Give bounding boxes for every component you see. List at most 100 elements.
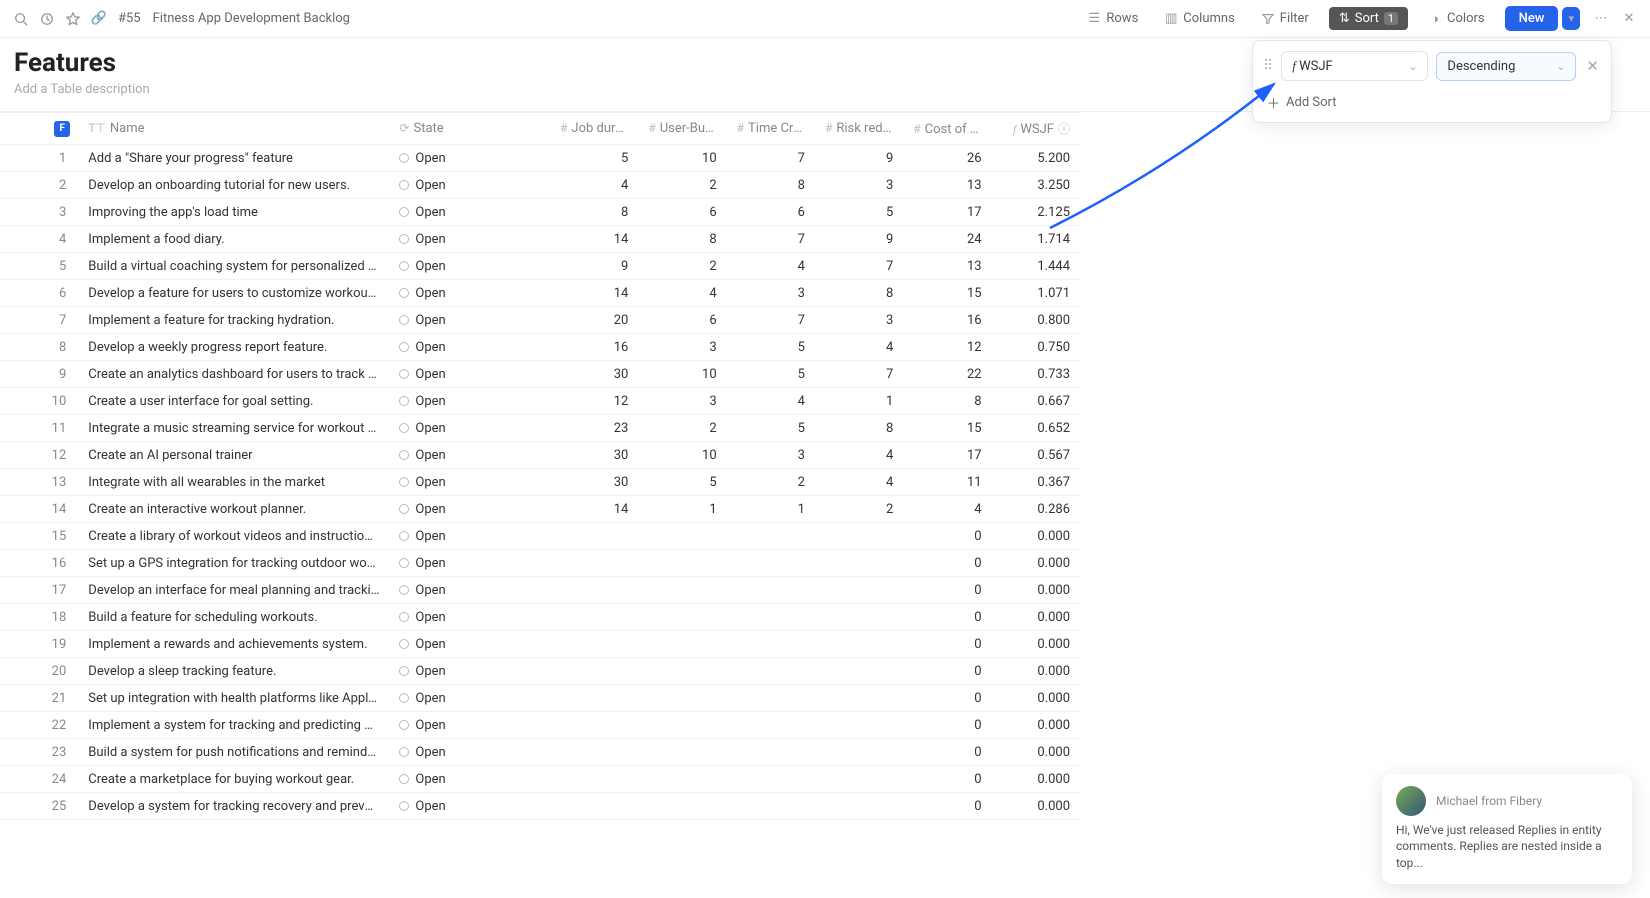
cell-risk-reduction[interactable]: 3 [815,172,903,199]
cell-wsjf[interactable]: 0.667 [992,388,1080,415]
cell-cost[interactable]: 13 [903,172,991,199]
cell-user-business[interactable]: 6 [638,307,726,334]
cell-time-critical[interactable]: 3 [727,280,815,307]
new-dropdown-button[interactable]: ▾ [1562,7,1580,30]
cell-cost[interactable]: 0 [903,631,991,658]
cell-time-critical[interactable]: 7 [727,226,815,253]
cell-cost[interactable]: 8 [903,388,991,415]
cell-user-business[interactable] [638,577,726,604]
cell-state[interactable]: Open [389,280,550,307]
cell-duration[interactable] [550,658,638,685]
cell-name[interactable]: Add a "Share your progress" feature [78,145,389,172]
cell-cost[interactable]: 16 [903,307,991,334]
remove-sort-button[interactable]: ✕ [1584,57,1601,75]
cell-duration[interactable] [550,685,638,712]
cell-risk-reduction[interactable] [815,577,903,604]
col-name[interactable]: T⊤Name [78,113,389,145]
cell-cost[interactable]: 26 [903,145,991,172]
cell-wsjf[interactable]: 3.250 [992,172,1080,199]
cell-risk-reduction[interactable] [815,604,903,631]
cell-time-critical[interactable] [727,793,815,820]
cell-risk-reduction[interactable] [815,523,903,550]
cell-wsjf[interactable]: 0.750 [992,334,1080,361]
cell-risk-reduction[interactable]: 7 [815,253,903,280]
cell-cost[interactable]: 24 [903,226,991,253]
cell-duration[interactable]: 30 [550,361,638,388]
cell-cost[interactable]: 0 [903,658,991,685]
cell-name[interactable]: Develop an onboarding tutorial for new u… [78,172,389,199]
cell-user-business[interactable] [638,550,726,577]
cell-time-critical[interactable]: 5 [727,334,815,361]
cell-state[interactable]: Open [389,604,550,631]
colors-button[interactable]: ◑Colors [1422,7,1491,30]
info-icon[interactable]: ⓘ [1058,122,1070,136]
cell-risk-reduction[interactable]: 4 [815,442,903,469]
table-row[interactable]: 15Create a library of workout videos and… [0,523,1080,550]
cell-risk-reduction[interactable]: 4 [815,334,903,361]
col-state[interactable]: ⟳State [389,113,550,145]
cell-state[interactable]: Open [389,712,550,739]
drag-handle-icon[interactable]: ⠿ [1263,58,1273,74]
cell-user-business[interactable]: 1 [638,496,726,523]
search-icon[interactable] [14,12,28,26]
cell-wsjf[interactable]: 0.000 [992,793,1080,820]
cell-user-business[interactable]: 2 [638,415,726,442]
cell-state[interactable]: Open [389,469,550,496]
cell-risk-reduction[interactable]: 9 [815,145,903,172]
table-row[interactable]: 23Build a system for push notifications … [0,739,1080,766]
cell-name[interactable]: Develop a feature for users to customize… [78,280,389,307]
table-row[interactable]: 24Create a marketplace for buying workou… [0,766,1080,793]
cell-time-critical[interactable]: 8 [727,172,815,199]
cell-user-business[interactable] [638,658,726,685]
cell-cost[interactable]: 17 [903,199,991,226]
cell-state[interactable]: Open [389,496,550,523]
cell-user-business[interactable] [638,604,726,631]
cell-cost[interactable]: 0 [903,739,991,766]
cell-risk-reduction[interactable]: 5 [815,199,903,226]
cell-time-critical[interactable]: 4 [727,388,815,415]
cell-duration[interactable]: 20 [550,307,638,334]
cell-name[interactable]: Create an AI personal trainer [78,442,389,469]
cell-duration[interactable]: 14 [550,226,638,253]
cell-user-business[interactable] [638,766,726,793]
cell-time-critical[interactable]: 7 [727,307,815,334]
cell-time-critical[interactable]: 4 [727,253,815,280]
table-row[interactable]: 10Create a user interface for goal setti… [0,388,1080,415]
cell-name[interactable]: Implement a food diary. [78,226,389,253]
table-row[interactable]: 13Integrate with all wearables in the ma… [0,469,1080,496]
cell-time-critical[interactable]: 5 [727,361,815,388]
cell-duration[interactable]: 9 [550,253,638,280]
cell-name[interactable]: Build a virtual coaching system for pers… [78,253,389,280]
cell-duration[interactable] [550,712,638,739]
cell-cost[interactable]: 4 [903,496,991,523]
cell-duration[interactable]: 30 [550,469,638,496]
cell-time-critical[interactable] [727,685,815,712]
cell-state[interactable]: Open [389,307,550,334]
cell-state[interactable]: Open [389,253,550,280]
cell-duration[interactable]: 23 [550,415,638,442]
table-row[interactable]: 16Set up a GPS integration for tracking … [0,550,1080,577]
col-time-critical[interactable]: #Time Critica... [727,113,815,145]
close-icon[interactable]: ✕ [1622,12,1636,26]
cell-name[interactable]: Implement a feature for tracking hydrati… [78,307,389,334]
cell-risk-reduction[interactable] [815,712,903,739]
cell-cost[interactable]: 11 [903,469,991,496]
cell-duration[interactable]: 8 [550,199,638,226]
cell-user-business[interactable] [638,712,726,739]
cell-duration[interactable]: 4 [550,172,638,199]
table-row[interactable]: 14Create an interactive workout planner.… [0,496,1080,523]
cell-duration[interactable] [550,523,638,550]
cell-cost[interactable]: 0 [903,577,991,604]
cell-wsjf[interactable]: 0.800 [992,307,1080,334]
col-index[interactable]: F [0,113,78,145]
cell-cost[interactable]: 0 [903,523,991,550]
add-sort-button[interactable]: ＋ Add Sort [1263,93,1601,112]
cell-user-business[interactable] [638,793,726,820]
cell-name[interactable]: Implement a system for tracking and pred… [78,712,389,739]
cell-wsjf[interactable]: 0.000 [992,577,1080,604]
sort-field-select[interactable]: f WSJF ⌄ [1281,51,1428,81]
cell-time-critical[interactable] [727,523,815,550]
table-row[interactable]: 22Implement a system for tracking and pr… [0,712,1080,739]
table-row[interactable]: 8Develop a weekly progress report featur… [0,334,1080,361]
rows-button[interactable]: ☰Rows [1081,7,1144,30]
